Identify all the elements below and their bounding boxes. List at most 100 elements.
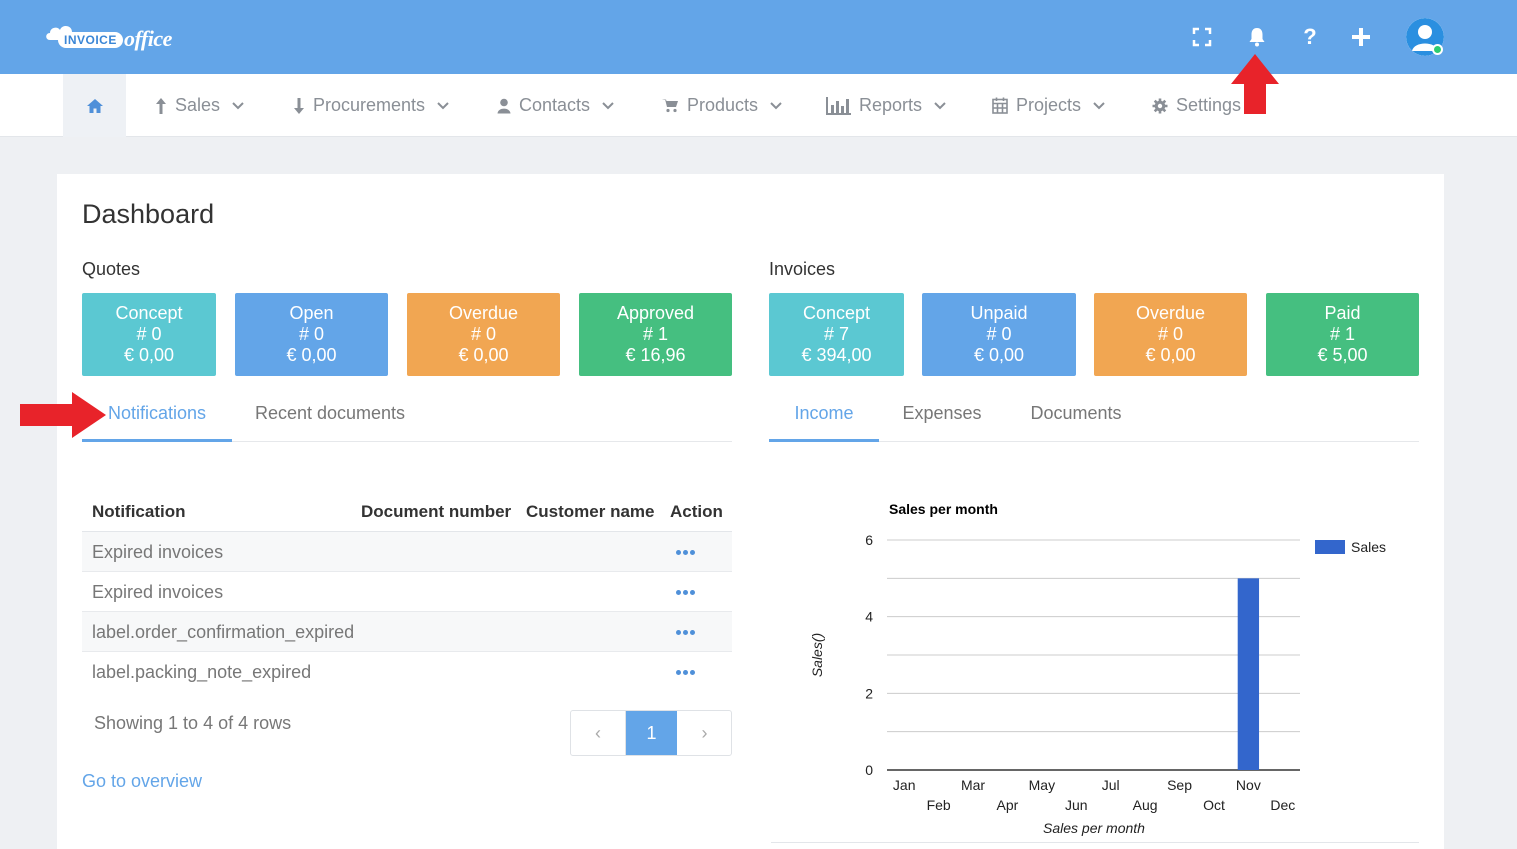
tab-documents[interactable]: Documents	[1019, 395, 1133, 442]
tile-name: Approved	[616, 303, 695, 323]
tab-recent-documents[interactable]: Recent documents	[245, 395, 415, 442]
tile-count: # 0	[470, 324, 497, 344]
calendar-icon	[992, 97, 1008, 114]
notification-text: label.order_confirmation_expired	[92, 622, 355, 642]
invoice-tile-overdue[interactable]: Overdue # 0 € 0,00	[1094, 293, 1247, 376]
bar-chart-icon	[826, 96, 851, 115]
invoice-tile-concept[interactable]: Concept # 7 € 394,00	[769, 293, 904, 376]
help-icon[interactable]: ?	[1295, 22, 1325, 52]
x-tick-label: Aug	[1133, 797, 1158, 813]
nav-settings[interactable]: Settings	[1152, 74, 1241, 137]
table-row: Expired invoices	[82, 572, 732, 612]
tile-count: # 0	[986, 324, 1012, 344]
nav-contacts[interactable]: Contacts	[497, 74, 614, 137]
user-icon	[497, 98, 511, 114]
y-tick-label: 6	[865, 532, 873, 548]
invoices-label: Invoices	[769, 259, 836, 279]
notifications-table: Notification Document number Customer na…	[82, 492, 732, 692]
invoice-tile-unpaid[interactable]: Unpaid # 0 € 0,00	[922, 293, 1076, 376]
nav-sales[interactable]: Sales	[155, 74, 244, 137]
notification-text: Expired invoices	[92, 542, 224, 562]
go-to-overview-link[interactable]: Go to overview	[82, 771, 202, 792]
tile-amount: € 0,00	[458, 345, 509, 365]
table-row: Expired invoices	[82, 532, 732, 572]
tile-name: Concept	[115, 303, 183, 323]
ellipsis-icon[interactable]	[676, 550, 695, 555]
arrow-up-icon	[155, 97, 167, 115]
pagination: ‹ 1 ›	[570, 710, 732, 756]
tile-count: # 1	[1329, 324, 1356, 344]
tile-name: Overdue	[448, 303, 519, 323]
nav-reports[interactable]: Reports	[826, 74, 946, 137]
ellipsis-icon[interactable]	[676, 670, 695, 675]
chart-x-label: Sales per month	[1043, 820, 1145, 836]
x-tick-label: Nov	[1236, 777, 1261, 793]
main-nav: Sales Procurements Contacts Products Rep…	[0, 74, 1517, 137]
invoice-tile-paid[interactable]: Paid # 1 € 5,00	[1266, 293, 1419, 376]
pagination-next[interactable]: ›	[677, 711, 731, 755]
legend-label: Sales	[1351, 539, 1386, 555]
invoiceoffice-logo[interactable]: INVOICE office	[44, 20, 184, 56]
logo-script: office	[124, 26, 172, 51]
online-status-dot	[1432, 44, 1443, 55]
page-title: Dashboard	[82, 199, 215, 229]
fullscreen-icon[interactable]	[1187, 22, 1217, 52]
tile-amount: € 0,00	[123, 345, 175, 365]
tile-amount: € 5,00	[1317, 345, 1368, 365]
chart-x-ticks: Jan Feb Mar Apr May Jun Jul Aug Sep Oct Nov Dec	[893, 777, 1295, 813]
tab-expenses[interactable]: Expenses	[893, 395, 991, 442]
ellipsis-icon[interactable]	[676, 590, 695, 595]
pagination-page-1[interactable]: 1	[626, 711, 677, 755]
nav-home[interactable]	[63, 74, 126, 137]
x-tick-label: Apr	[997, 797, 1019, 813]
tile-amount: € 0,00	[1145, 345, 1196, 365]
nav-projects[interactable]: Projects	[992, 74, 1105, 137]
quote-tile-concept[interactable]: Concept # 0 € 0,00	[82, 293, 216, 376]
chevron-down-icon	[770, 101, 782, 110]
table-row: label.order_confirmation_expired	[82, 612, 732, 652]
quote-tile-open[interactable]: Open # 0 € 0,00	[235, 293, 388, 376]
col-action[interactable]: Action	[670, 502, 723, 522]
top-bar: INVOICE office ?	[0, 0, 1517, 74]
tile-name: Open	[289, 303, 334, 323]
x-tick-label: Sep	[1167, 777, 1192, 793]
red-annotation-arrow-up	[1231, 54, 1279, 114]
plus-icon[interactable]	[1346, 22, 1376, 52]
nav-reports-label: Reports	[859, 95, 923, 115]
tile-name: Concept	[802, 303, 871, 323]
arrow-down-icon	[293, 97, 305, 115]
table-row: label.packing_note_expired	[82, 652, 732, 692]
x-tick-label: Mar	[961, 777, 985, 793]
tile-count: # 0	[1157, 324, 1184, 344]
ellipsis-icon[interactable]	[676, 630, 695, 635]
y-tick-label: 0	[865, 762, 873, 778]
notifications-tabs: Notifications Recent documents	[82, 395, 732, 442]
notification-text: label.packing_note_expired	[92, 662, 312, 682]
nav-products-label: Products	[687, 95, 759, 115]
col-document-number[interactable]: Document number	[361, 502, 511, 522]
chart-tabs: Income Expenses Documents	[769, 395, 1419, 442]
tile-count: # 1	[642, 324, 669, 344]
x-tick-label: May	[1029, 777, 1055, 793]
chart-bars	[1237, 578, 1260, 770]
chart-y-ticks: 0 2 4 6	[865, 532, 873, 778]
quote-tile-overdue[interactable]: Overdue # 0 € 0,00	[407, 293, 560, 376]
home-icon	[86, 98, 103, 113]
chevron-down-icon	[602, 101, 614, 110]
chevron-down-icon	[232, 101, 244, 110]
tab-income[interactable]: Income	[769, 395, 879, 442]
col-notification[interactable]: Notification	[92, 502, 186, 522]
quote-tile-approved[interactable]: Approved # 1 € 16,96	[579, 293, 732, 376]
chevron-down-icon	[934, 101, 946, 110]
nav-products[interactable]: Products	[662, 74, 782, 137]
bell-icon[interactable]	[1242, 22, 1272, 52]
chart-bottom-border	[771, 842, 1419, 843]
tile-count: # 0	[298, 324, 325, 344]
col-customer-name[interactable]: Customer name	[526, 502, 654, 522]
sales-per-month-chart: Sales per month 0246 JanFebMarAprMayJunJ…	[809, 501, 1386, 836]
tile-amount: € 0,00	[286, 345, 337, 365]
nav-sales-label: Sales	[175, 95, 221, 115]
chart-title: Sales per month	[889, 501, 998, 517]
nav-procurements[interactable]: Procurements	[293, 74, 449, 137]
pagination-prev[interactable]: ‹	[571, 711, 626, 755]
